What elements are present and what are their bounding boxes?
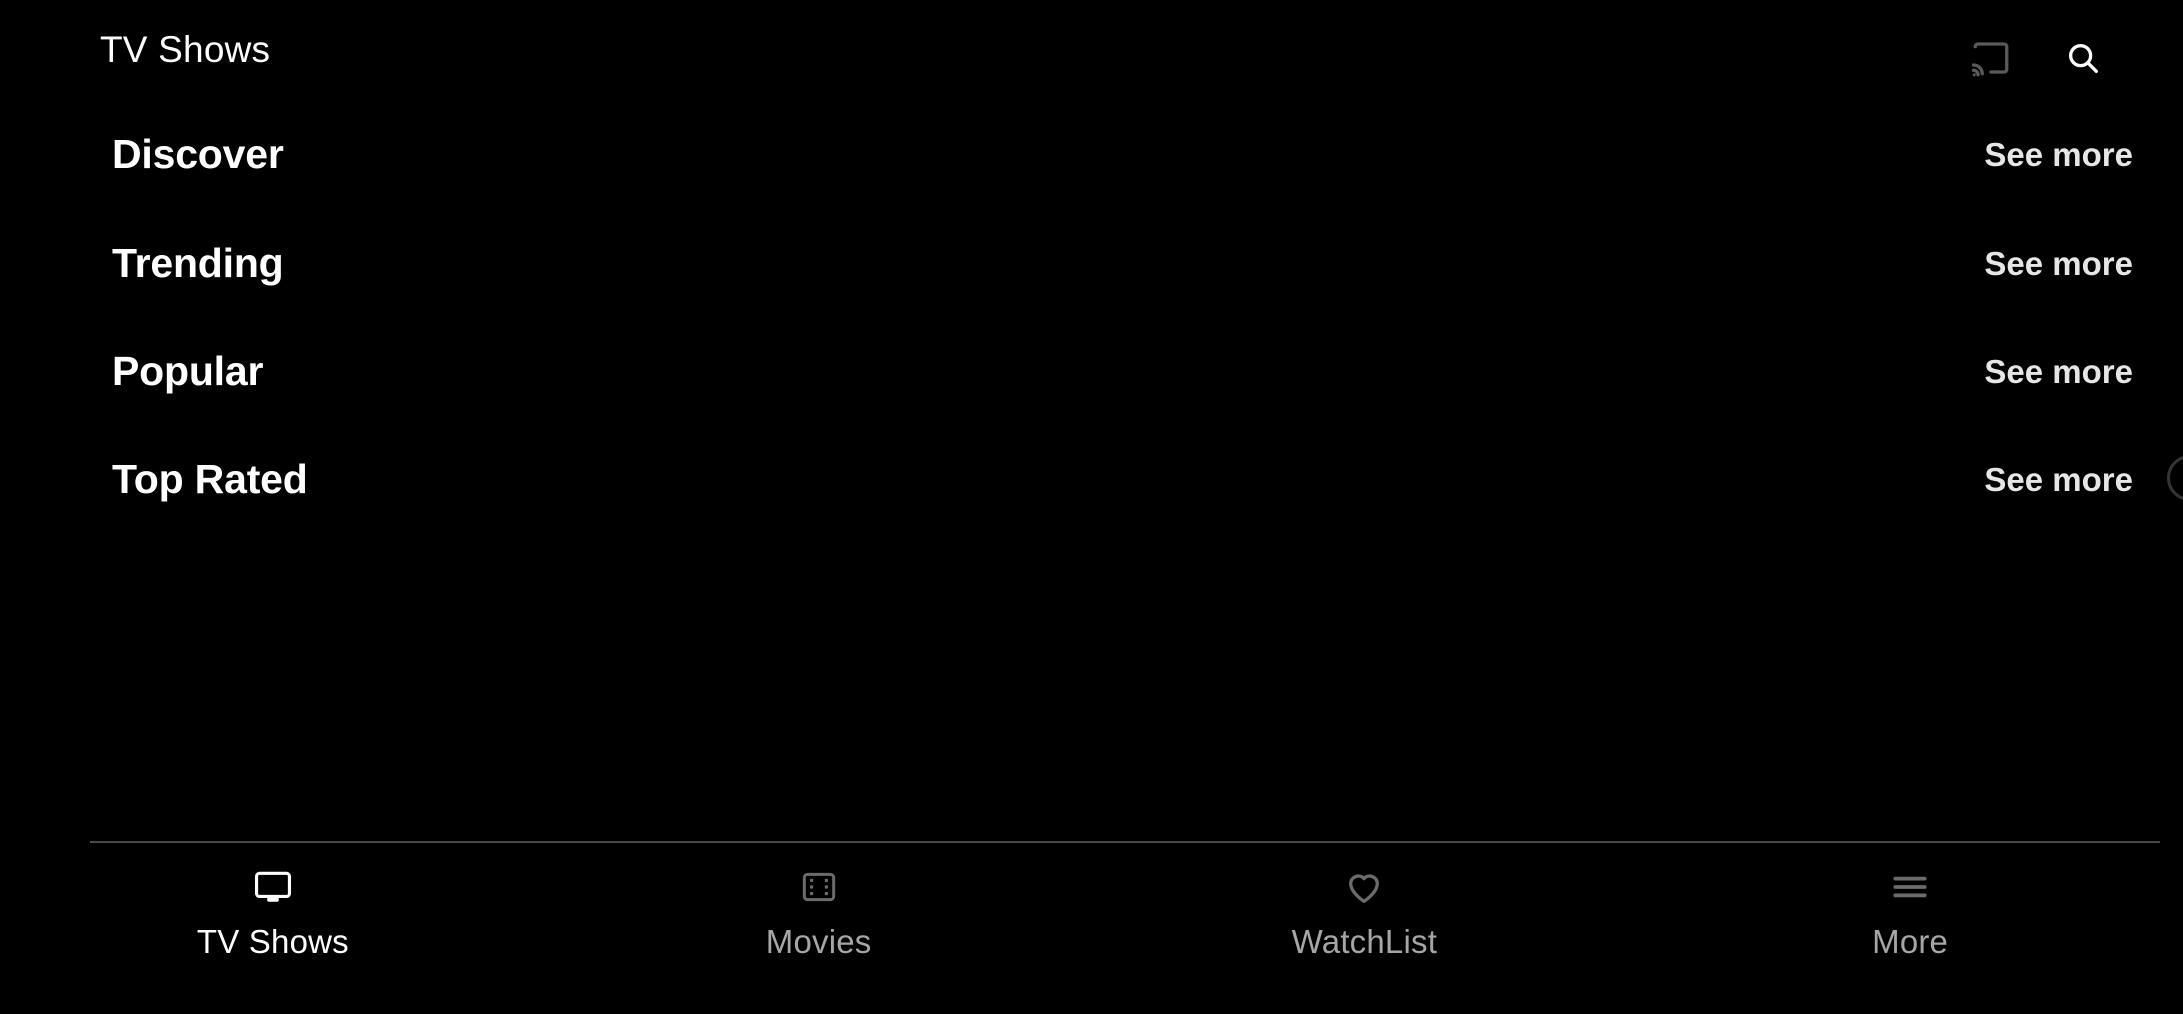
section-list: Discover See more Trending See more Popu… bbox=[0, 100, 2183, 841]
section-row-discover[interactable]: Discover See more bbox=[0, 100, 2183, 209]
page-title: TV Shows bbox=[100, 29, 271, 70]
see-more-button[interactable]: See more bbox=[1984, 247, 2133, 280]
nav-item-watchlist[interactable]: WatchList bbox=[1092, 843, 1638, 958]
see-more-button[interactable]: See more bbox=[1984, 138, 2133, 171]
see-more-button[interactable]: See more bbox=[1984, 463, 2133, 496]
tv-icon bbox=[252, 865, 294, 909]
nav-item-label: Movies bbox=[765, 923, 872, 960]
section-row-popular[interactable]: Popular See more bbox=[0, 317, 2183, 426]
hamburger-menu-icon bbox=[1889, 865, 1931, 909]
nav-item-more[interactable]: More bbox=[1637, 843, 2183, 958]
nav-item-label: WatchList bbox=[1291, 923, 1438, 960]
section-title: Discover bbox=[112, 131, 284, 177]
heart-icon bbox=[1343, 865, 1385, 909]
see-more-button[interactable]: See more bbox=[1984, 355, 2133, 388]
section-title: Popular bbox=[112, 348, 264, 394]
nav-item-label: TV Shows bbox=[196, 923, 349, 960]
app-bar-actions bbox=[1969, 36, 2105, 80]
section-title: Top Rated bbox=[112, 456, 308, 502]
section-title: Trending bbox=[112, 240, 284, 286]
nav-item-label: More bbox=[1872, 923, 1949, 960]
bottom-nav-container: TV Shows Movies WatchList More bbox=[0, 841, 2183, 1014]
section-row-trending[interactable]: Trending See more bbox=[0, 209, 2183, 318]
search-icon[interactable] bbox=[2061, 36, 2105, 80]
nav-item-movies[interactable]: Movies bbox=[546, 843, 1092, 958]
bottom-nav: TV Shows Movies WatchList More bbox=[0, 843, 2183, 1014]
section-row-top-rated[interactable]: Top Rated See more bbox=[0, 425, 2183, 534]
nav-item-tv-shows[interactable]: TV Shows bbox=[0, 843, 546, 958]
film-strip-icon bbox=[799, 865, 839, 909]
cast-icon[interactable] bbox=[1969, 36, 2013, 80]
app-root: TV Shows Discover See more Trending See … bbox=[0, 0, 2183, 1014]
app-bar: TV Shows bbox=[0, 0, 2183, 100]
